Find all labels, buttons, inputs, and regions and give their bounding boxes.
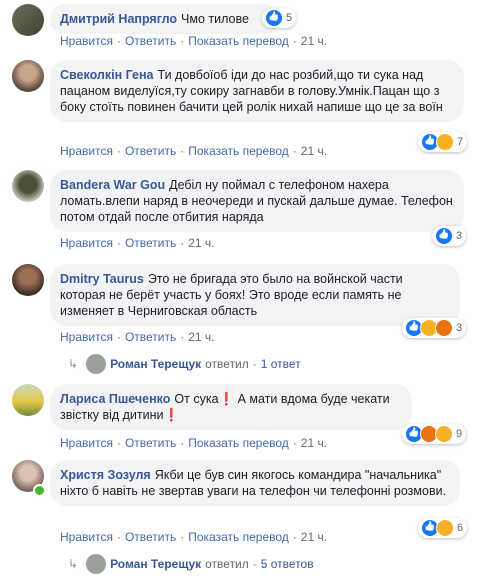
like-reaction-icon (265, 9, 283, 27)
like-button[interactable]: Нравится (60, 436, 113, 450)
sad-reaction-icon (436, 519, 454, 537)
view-replies-link[interactable]: ↳ Роман Терещук ответил · 1 ответ (68, 354, 301, 374)
comment-text: Чмо тилове (181, 12, 249, 26)
view-replies-link[interactable]: ↳ Роман Терещук ответил · 5 ответов (68, 554, 314, 574)
reply-button[interactable]: Ответить (125, 144, 176, 158)
reply-arrow-icon: ↳ (68, 357, 79, 371)
reaction-count: 3 (456, 322, 463, 334)
translate-button[interactable]: Показать перевод (188, 530, 289, 544)
reply-button[interactable]: Ответить (125, 34, 176, 48)
comment-bubble: Лариса Пшеченко От сука❗ А мати вдома буд… (50, 384, 412, 430)
translate-button[interactable]: Показать перевод (188, 436, 289, 450)
reaction-count: 6 (457, 522, 464, 534)
timestamp[interactable]: 21 ч. (301, 530, 327, 544)
reply-verb: ответил (205, 357, 249, 371)
reply-button[interactable]: Ответить (125, 530, 176, 544)
angry-reaction-icon (435, 319, 453, 337)
reaction-count: 7 (457, 136, 464, 148)
timestamp[interactable]: 21 ч. (188, 236, 214, 250)
reply-arrow-icon: ↳ (68, 557, 79, 571)
like-reaction-icon (435, 227, 453, 245)
reactions-summary[interactable]: 3 (402, 318, 467, 338)
comment-bubble: Христя Зозуля Якби це був син якогось ком… (50, 460, 460, 506)
comment-author[interactable]: Bandera War Gou (60, 178, 165, 192)
replier-name[interactable]: Роман Терещук (110, 557, 201, 571)
replier-avatar (86, 554, 107, 574)
comment-author[interactable]: Dmitry Taurus (60, 272, 144, 286)
like-button[interactable]: Нравится (60, 34, 113, 48)
comment-bubble: Свеколкін Гена Ти довбоїоб іди до нас роз… (50, 60, 464, 122)
comment-author[interactable]: Дмитрий Напрягло (60, 12, 177, 26)
reactions-summary[interactable]: 5 (262, 8, 297, 28)
reply-button[interactable]: Ответить (125, 436, 176, 450)
like-button[interactable]: Нравится (60, 236, 113, 250)
avatar[interactable] (12, 4, 44, 36)
reply-count[interactable]: 1 ответ (261, 357, 301, 371)
reaction-count: 5 (286, 12, 293, 24)
comment-actions: Нравится · Ответить · 21 ч. (60, 330, 215, 344)
comment-author[interactable]: Свеколкін Гена (60, 68, 154, 82)
online-status-icon (33, 484, 46, 497)
reply-verb: ответил (205, 557, 249, 571)
translate-button[interactable]: Показать перевод (188, 144, 289, 158)
like-button[interactable]: Нравится (60, 330, 113, 344)
comment-author[interactable]: Лариса Пшеченко (60, 392, 170, 406)
avatar[interactable] (12, 384, 44, 416)
timestamp[interactable]: 21 ч. (301, 436, 327, 450)
reply-count[interactable]: 5 ответов (261, 557, 314, 571)
sad-reaction-icon (435, 425, 453, 443)
comment-actions: Нравится · Ответить · Показать перевод · 21 ч. (60, 436, 328, 450)
reply-button[interactable]: Ответить (125, 236, 176, 250)
like-button[interactable]: Нравится (60, 144, 113, 158)
comment-bubble: Дмитрий Напрягло Чмо тилове (50, 4, 279, 34)
timestamp[interactable]: 21 ч. (188, 330, 214, 344)
reactions-summary[interactable]: 6 (418, 518, 468, 538)
comment-author[interactable]: Христя Зозуля (60, 468, 151, 482)
comment-bubble: Bandera War Gou Дебіл ну поймал с телефон… (50, 170, 464, 232)
avatar[interactable] (12, 60, 44, 92)
reaction-count: 3 (456, 230, 463, 242)
like-button[interactable]: Нравится (60, 530, 113, 544)
reactions-summary[interactable]: 7 (418, 132, 468, 152)
avatar[interactable] (12, 170, 44, 202)
comment-actions: Нравится · Ответить · Показать перевод · 21 ч. (60, 34, 328, 48)
replier-avatar (86, 354, 107, 374)
reactions-summary[interactable]: 9 (402, 424, 467, 444)
comment-bubble: Dmitry Taurus Это не бригада это было на … (50, 264, 460, 326)
comment-actions: Нравится · Ответить · Показать перевод · 21 ч. (60, 530, 328, 544)
comment-actions: Нравится · Ответить · 21 ч. (60, 236, 215, 250)
replier-name[interactable]: Роман Терещук (110, 357, 201, 371)
comment-actions: Нравится · Ответить · Показать перевод · 21 ч. (60, 144, 328, 158)
timestamp[interactable]: 21 ч. (301, 34, 327, 48)
reactions-summary[interactable]: 3 (432, 226, 467, 246)
avatar[interactable] (12, 264, 44, 296)
translate-button[interactable]: Показать перевод (188, 34, 289, 48)
reaction-count: 9 (456, 428, 463, 440)
reply-button[interactable]: Ответить (125, 330, 176, 344)
sad-reaction-icon (436, 133, 454, 151)
timestamp[interactable]: 21 ч. (301, 144, 327, 158)
